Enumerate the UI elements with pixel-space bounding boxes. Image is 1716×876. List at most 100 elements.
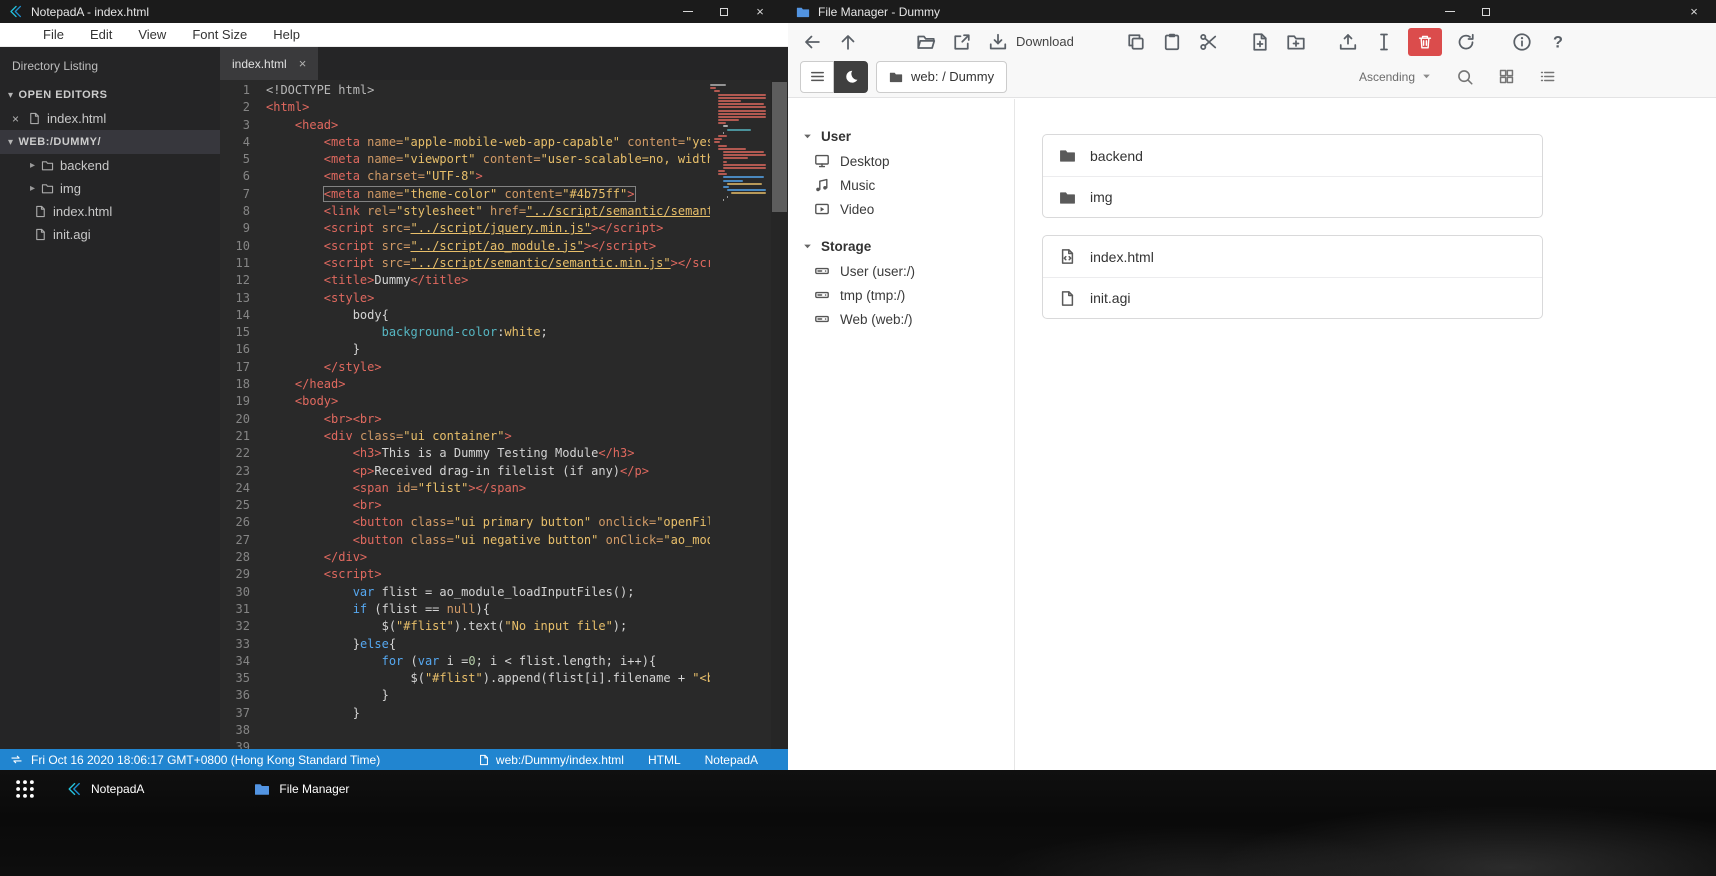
caret-down-icon <box>1421 71 1432 82</box>
code-line: 29 <script> <box>235 567 382 582</box>
fm-sidebar: User Desktop Music Video Storage User (user:/… <box>788 99 1015 770</box>
taskbar-notepada[interactable]: NotepadA <box>54 776 156 802</box>
code-line: 28 </div> <box>235 550 368 565</box>
code-line: 13 <style> <box>235 290 375 305</box>
fm-side-web-web[interactable]: Web (web:/) <box>802 307 1014 331</box>
fm-toolbar-row1: Download? <box>800 27 1704 57</box>
caret-down-icon: ▾ <box>8 136 14 148</box>
taskbar-file-manager[interactable]: File Manager <box>242 776 361 802</box>
upload-button[interactable] <box>1336 28 1360 56</box>
fm-side-video[interactable]: Video <box>802 197 1014 221</box>
fm-section-storage[interactable]: Storage <box>802 233 1014 259</box>
sort-dropdown[interactable]: Ascending <box>1359 70 1432 84</box>
fm-section-user[interactable]: User <box>802 123 1014 149</box>
file-icon <box>28 112 41 125</box>
code-editor[interactable]: 1 <!DOCTYPE html> 2 <html> 3 <head> 4 <meta n… <box>220 80 788 749</box>
app-launcher-button[interactable] <box>10 774 40 804</box>
filemanager-titlebar[interactable]: File Manager - Dummy × <box>788 0 1716 23</box>
code-line: 19 <body> <box>235 394 339 409</box>
folder-solid-icon <box>1059 189 1076 206</box>
open-in-new-tab-button[interactable] <box>950 28 974 56</box>
menu-edit[interactable]: Edit <box>77 27 125 42</box>
paste-button[interactable] <box>1160 28 1184 56</box>
new-folder-button[interactable] <box>1284 28 1308 56</box>
code-line: 8 <link rel="stylesheet" href="../script… <box>242 204 710 219</box>
status-filepath: web:/Dummy/index.html <box>495 752 624 767</box>
grid-view-icon[interactable] <box>1498 68 1515 85</box>
up-button[interactable] <box>836 28 860 56</box>
delete-button[interactable] <box>1407 27 1442 56</box>
tree-item-backend[interactable]: ▸ backend <box>0 154 220 177</box>
tree-item-index-html[interactable]: × index.html <box>0 107 220 130</box>
view-toggle-group <box>800 60 868 93</box>
fm-toolbar-right: Ascending <box>1359 68 1556 86</box>
drive-icon <box>814 287 830 303</box>
tab-index-html[interactable]: index.html × <box>220 47 319 80</box>
code-line: 39 <box>235 740 250 749</box>
fm-side-tmp-tmp[interactable]: tmp (tmp:/) <box>802 283 1014 307</box>
tree-item-index-html[interactable]: index.html <box>0 200 220 223</box>
code-line: 36 } <box>235 688 389 703</box>
fm-minimize-button[interactable] <box>1444 6 1456 18</box>
fm-side-user-user[interactable]: User (user:/) <box>802 259 1014 283</box>
minimap[interactable] <box>710 84 768 208</box>
menu-button[interactable] <box>800 60 834 93</box>
fm-toolbar-row2: web: / Dummy Ascending <box>800 60 1704 93</box>
download-button[interactable]: Download <box>986 28 1076 56</box>
file-item-img[interactable]: img <box>1043 176 1542 217</box>
breadcrumb-folder-icon <box>889 70 903 84</box>
help-button[interactable]: ? <box>1546 28 1570 56</box>
refresh-button[interactable] <box>1454 28 1478 56</box>
caret-down-icon <box>802 131 813 142</box>
code-line: 18 </head> <box>235 377 346 392</box>
code-line: 31 if (flist == null){ <box>235 601 490 616</box>
tree-section-web-dummy[interactable]: ▾ WEB:/DUMMY/ <box>0 130 220 154</box>
code-line: 25 <br> <box>235 498 382 513</box>
menu-view[interactable]: View <box>125 27 179 42</box>
code-line: 35 $("#flist").append(flist[i].filename … <box>235 671 710 686</box>
fm-restore-button[interactable] <box>1480 6 1492 18</box>
copy-button[interactable] <box>1124 28 1148 56</box>
svg-text:?: ? <box>1553 33 1563 51</box>
open-button[interactable] <box>914 28 938 56</box>
tree-item-init-agi[interactable]: init.agi <box>0 223 220 246</box>
notepada-titlebar[interactable]: NotepadA - index.html × <box>0 0 788 23</box>
cut-button[interactable] <box>1196 28 1220 56</box>
sort-label: Ascending <box>1358 69 1415 84</box>
notepada-window-controls: × <box>682 5 780 18</box>
menu-file[interactable]: File <box>30 27 77 42</box>
rename-button[interactable] <box>1372 28 1396 56</box>
fm-side-desktop[interactable]: Desktop <box>802 149 1014 173</box>
code-lines[interactable]: 1 <!DOCTYPE html> 2 <html> 3 <head> 4 <meta n… <box>220 82 710 749</box>
tree-section-open-editors[interactable]: ▾ OPEN EDITORS <box>0 83 220 107</box>
code-line: 24 <span id="flist"></span> <box>235 480 527 495</box>
close-button[interactable]: × <box>754 5 766 18</box>
caret-right-icon: ▸ <box>30 183 36 194</box>
tree-item-img[interactable]: ▸ img <box>0 177 220 200</box>
info-button[interactable] <box>1510 28 1534 56</box>
darkmode-button[interactable] <box>834 60 868 93</box>
fm-close-button[interactable]: × <box>1688 5 1700 18</box>
new-file-button[interactable] <box>1248 28 1272 56</box>
taskbar-apps: NotepadA File Manager <box>40 776 361 802</box>
code-line: 33 }else{ <box>235 636 397 651</box>
fm-side-music[interactable]: Music <box>802 173 1014 197</box>
file-item-backend[interactable]: backend <box>1043 135 1542 176</box>
menu-font-size[interactable]: Font Size <box>179 27 260 42</box>
file-item-index-html[interactable]: index.html <box>1043 236 1542 277</box>
menu-help[interactable]: Help <box>260 27 313 42</box>
minimize-button[interactable] <box>682 6 694 18</box>
close-editor-icon[interactable]: × <box>12 112 22 126</box>
editor-scrollbar[interactable] <box>771 80 788 749</box>
code-line: 15 background-color:white; <box>235 325 548 340</box>
video-icon <box>814 201 830 217</box>
breadcrumb[interactable]: web: / Dummy <box>876 60 1008 93</box>
list-view-icon[interactable] <box>1539 68 1556 85</box>
tab-close-icon[interactable]: × <box>299 56 307 71</box>
back-button[interactable] <box>800 28 824 56</box>
taskbar-row: NotepadA File Manager <box>0 770 1716 808</box>
restore-button[interactable] <box>718 6 730 18</box>
file-item-init-agi[interactable]: init.agi <box>1043 277 1542 318</box>
editor-scrollbar-thumb[interactable] <box>772 82 787 212</box>
search-icon[interactable] <box>1456 68 1474 86</box>
